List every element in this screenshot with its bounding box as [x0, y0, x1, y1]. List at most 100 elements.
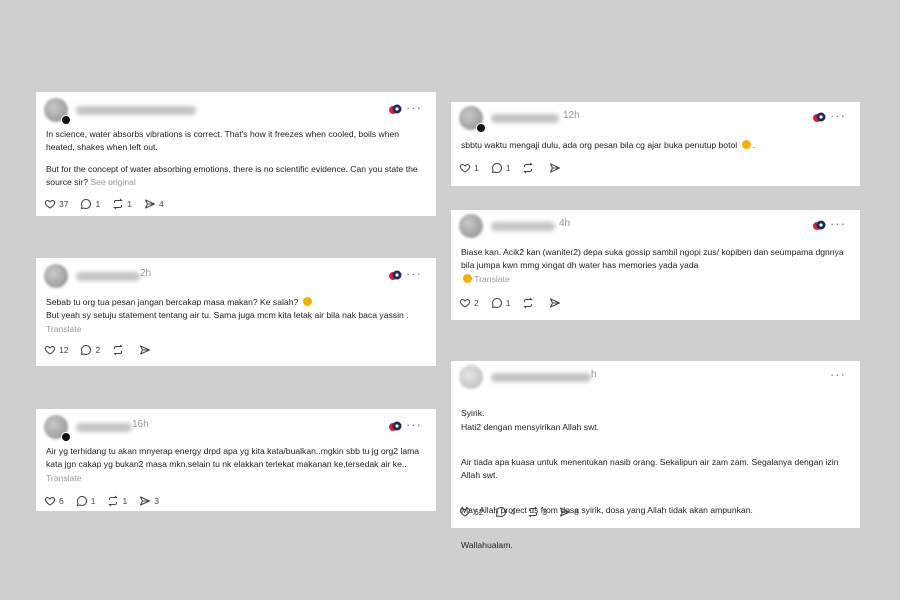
username-blurred[interactable]: [491, 222, 555, 231]
post-paragraph: In science, water absorbs vibrations is …: [46, 129, 400, 153]
post-header: 12h ···: [459, 106, 852, 133]
post-paragraph: But yeah sy setuju statement tentang air…: [46, 310, 409, 334]
share-icon: [140, 496, 151, 506]
repost-count: 3: [542, 507, 547, 517]
share-button[interactable]: [549, 297, 564, 309]
follow-badge-icon[interactable]: [476, 123, 486, 133]
like-count: 62: [474, 507, 484, 517]
like-button[interactable]: 12: [44, 344, 68, 356]
repost-button[interactable]: [522, 162, 537, 174]
reply-icon: [491, 297, 502, 309]
repost-icon: [113, 198, 123, 210]
more-icon[interactable]: ···: [830, 108, 846, 123]
reply-icon: [76, 495, 87, 507]
post-time: h: [591, 369, 597, 380]
repost-button[interactable]: 1: [112, 198, 132, 210]
post-actions: 6 1 1 3: [44, 495, 171, 507]
translate-link[interactable]: Translate: [474, 274, 510, 284]
heart-icon: [44, 496, 56, 506]
post-paragraph: Wallahualam.: [461, 539, 513, 550]
reply-button[interactable]: 2: [80, 344, 100, 356]
share-button[interactable]: 3: [139, 495, 159, 507]
reply-count: 1: [505, 163, 511, 173]
post-text: Biase kan. Acik2 kan (waniter2) depa suk…: [461, 246, 848, 294]
like-button[interactable]: 37: [44, 198, 68, 210]
post-actions: 62 4 3 8: [459, 506, 591, 518]
post-time: 16h: [132, 419, 149, 430]
post-card: 12h ··· sbbtu waktu mengaji dulu, ada or…: [451, 102, 860, 186]
follow-badge-icon[interactable]: [61, 432, 71, 442]
username-blurred[interactable]: [76, 423, 132, 432]
post-card: h ··· Syirik. Hati2 dengan mensyirikan A…: [451, 361, 860, 550]
like-button[interactable]: 2: [459, 297, 479, 309]
repost-button[interactable]: 1: [107, 495, 127, 507]
like-count: 2: [474, 298, 479, 308]
reply-button[interactable]: 1: [76, 495, 96, 507]
avatar[interactable]: [459, 214, 483, 238]
share-button[interactable]: [139, 344, 154, 356]
post-actions: 1 1: [459, 162, 576, 174]
username-blurred[interactable]: [76, 106, 196, 115]
username-blurred[interactable]: [491, 373, 591, 382]
like-count: 1: [474, 163, 479, 173]
like-button[interactable]: 1: [459, 162, 479, 174]
post-header: ···: [44, 98, 428, 125]
reply-button[interactable]: 1: [80, 198, 100, 210]
more-icon[interactable]: ···: [830, 216, 846, 231]
post-text: Sebab tu org tua pesan jangan bercakap m…: [46, 296, 424, 344]
post-header: 4h ···: [459, 214, 852, 238]
post-paragraph: Sebab tu org tua pesan jangan bercakap m…: [46, 296, 424, 309]
avatar[interactable]: [459, 365, 483, 389]
like-button[interactable]: 62: [459, 506, 483, 518]
translate-link[interactable]: Translate: [46, 324, 82, 334]
share-icon: [559, 507, 570, 517]
share-button[interactable]: 4: [144, 198, 164, 210]
reply-button[interactable]: 1: [491, 297, 510, 309]
username-blurred[interactable]: [76, 272, 140, 281]
follow-badge-icon[interactable]: [61, 115, 71, 125]
reply-icon: [81, 344, 92, 356]
heart-icon: [44, 345, 56, 355]
see-original-link[interactable]: See original: [90, 177, 135, 187]
repost-button[interactable]: [522, 297, 537, 309]
reply-count: 1: [90, 496, 96, 506]
more-icon[interactable]: ···: [406, 100, 422, 115]
avatar[interactable]: [44, 264, 68, 288]
reply-button[interactable]: 1: [491, 162, 511, 174]
like-count: 37: [59, 199, 69, 209]
like-count: 6: [59, 496, 64, 506]
flair-icon: [389, 421, 402, 431]
like-button[interactable]: 6: [44, 495, 64, 507]
share-button[interactable]: [549, 162, 564, 174]
flair-icon: [389, 104, 402, 114]
repost-button[interactable]: 3: [527, 506, 547, 518]
repost-icon: [108, 495, 119, 507]
share-count: 8: [573, 507, 579, 517]
like-count: 12: [59, 345, 69, 355]
reply-button[interactable]: 4: [495, 506, 515, 518]
username-blurred[interactable]: [491, 114, 559, 123]
share-icon: [140, 345, 151, 355]
repost-button[interactable]: [112, 344, 127, 356]
share-count: 3: [154, 496, 159, 506]
repost-icon: [113, 344, 123, 356]
heart-icon: [459, 298, 471, 308]
flair-icon: [813, 112, 826, 122]
post-time: 12h: [563, 110, 580, 121]
post-text: Air yg terhidang tu akan mnyerap energy …: [46, 445, 424, 493]
post-actions: 37 1 1 4: [44, 198, 176, 210]
more-icon[interactable]: ···: [830, 367, 846, 382]
heart-icon: [459, 507, 471, 517]
reply-icon: [496, 506, 507, 518]
translate-link[interactable]: Translate: [46, 473, 82, 483]
more-icon[interactable]: ···: [406, 266, 422, 281]
more-icon[interactable]: ···: [406, 417, 422, 432]
repost-icon: [528, 506, 538, 518]
repost-count: 1: [127, 199, 132, 209]
post-paragraph: Syirik. Hati2 dengan mensyirikan Allah s…: [461, 408, 600, 432]
post-paragraph: Air tiada apa kuasa untuk menentukan nas…: [461, 456, 839, 481]
share-button[interactable]: 8: [559, 506, 579, 518]
repost-icon: [523, 162, 534, 174]
emoji-icon: [741, 140, 751, 149]
share-icon: [550, 163, 561, 173]
